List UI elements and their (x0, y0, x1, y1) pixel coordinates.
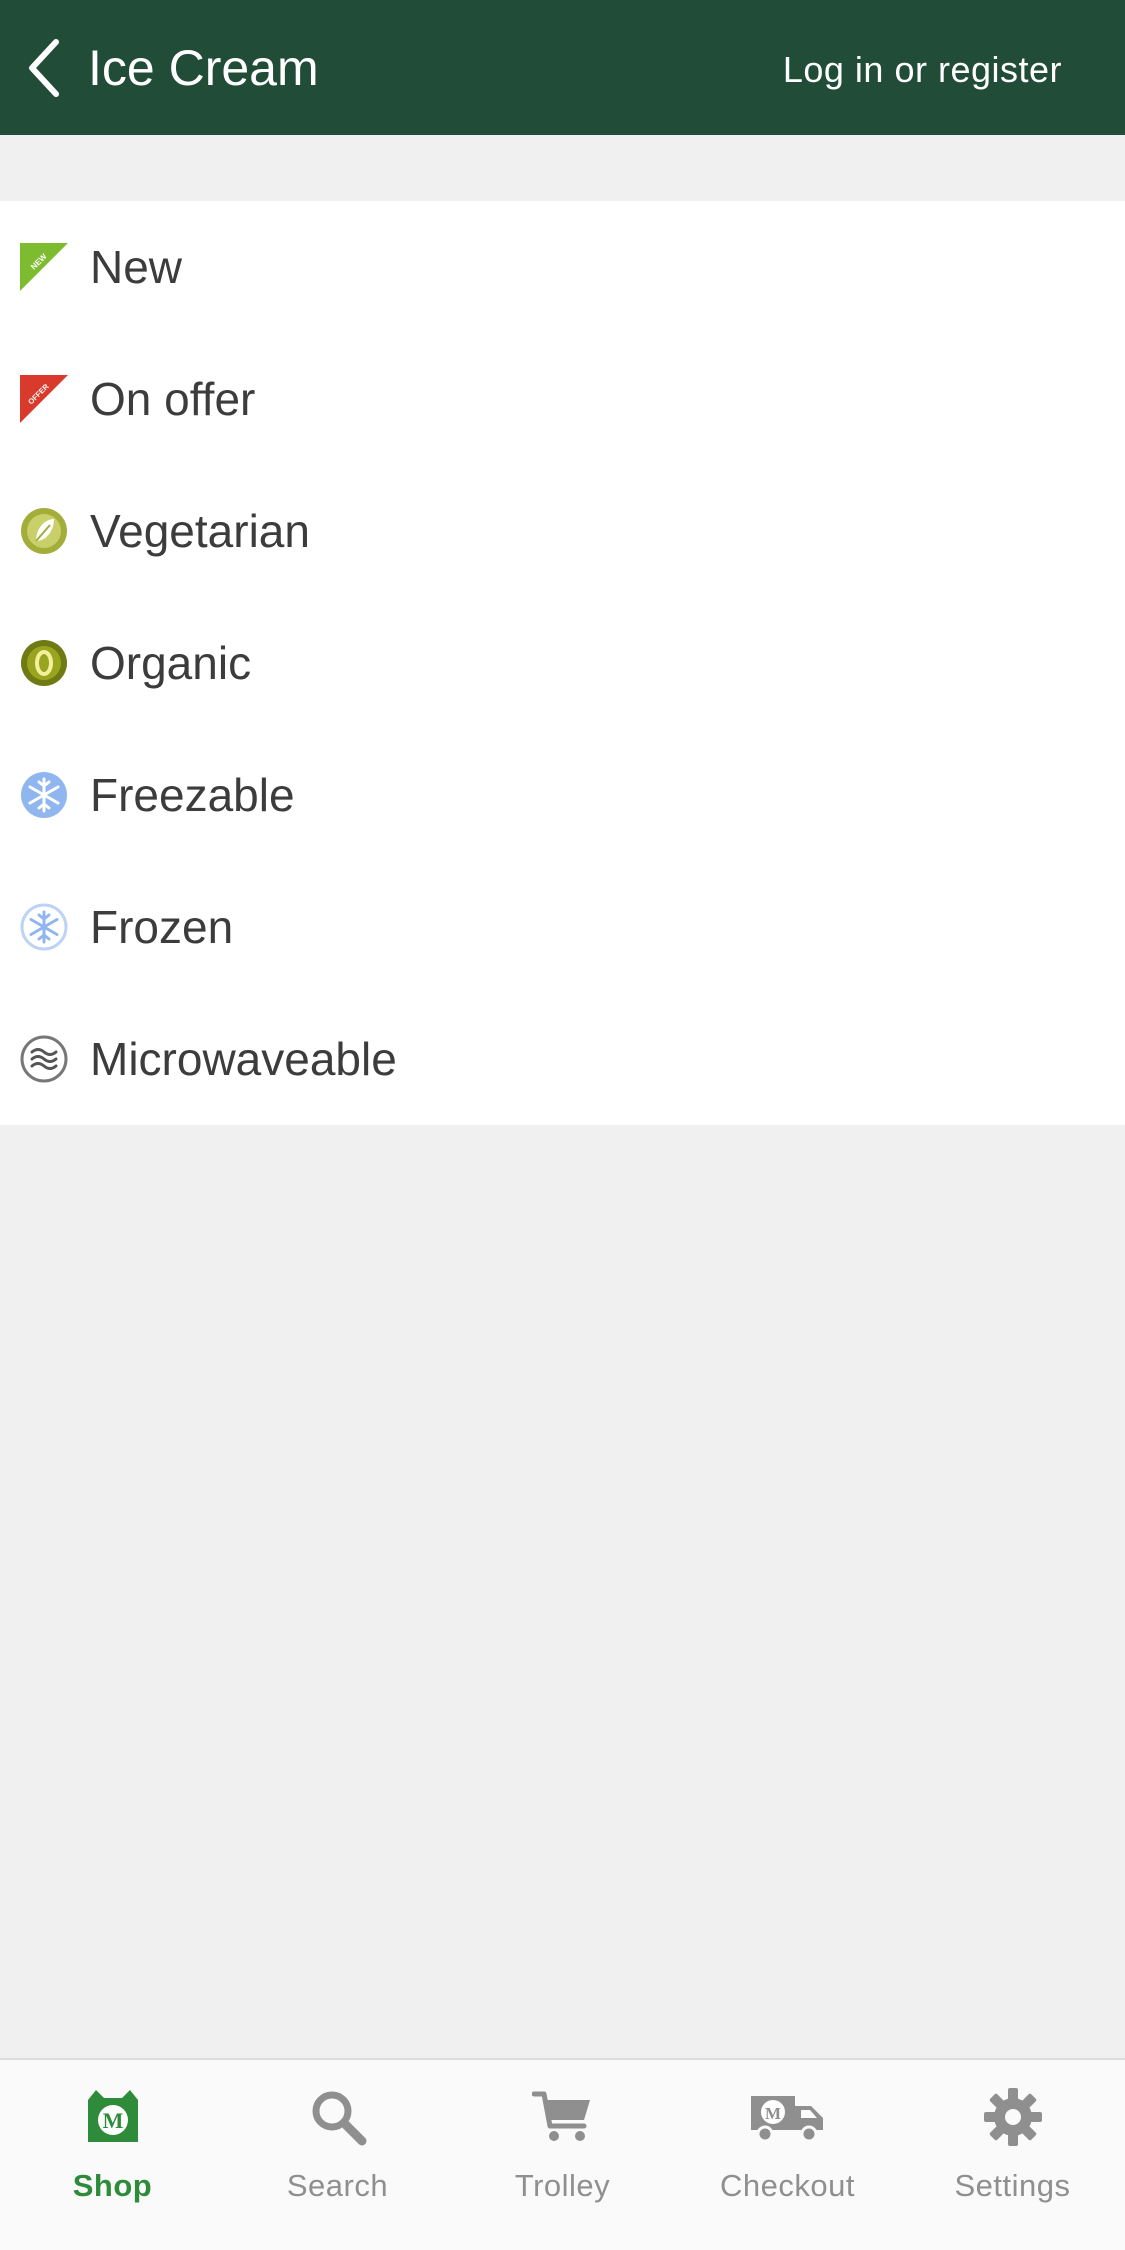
filter-label: Organic (90, 637, 252, 689)
bottom-tab-bar: M Shop Search Trolley M Checkout Setting… (0, 2058, 1125, 2250)
organic-icon (21, 640, 67, 686)
filter-label: New (90, 241, 183, 293)
filter-item-frozen[interactable]: Frozen (0, 861, 1125, 993)
section-spacer (0, 135, 1125, 201)
filter-item-organic[interactable]: Organic (0, 597, 1125, 729)
filter-item-vegetarian[interactable]: Vegetarian (0, 465, 1125, 597)
filter-item-on-offer[interactable]: OFFER On offer (0, 333, 1125, 465)
filter-list: NEW New OFFER On offer Vegetarian Organi… (0, 201, 1125, 1125)
page-title: Ice Cream (88, 40, 319, 96)
offer-badge-icon: OFFER (20, 375, 68, 423)
filter-label: Vegetarian (90, 505, 310, 557)
tab-shop[interactable]: M Shop (0, 2060, 225, 2250)
tab-settings[interactable]: Settings (900, 2060, 1125, 2250)
snowflake-outline-icon (20, 903, 68, 951)
microwave-waves-icon (20, 1035, 68, 1083)
filter-label: On offer (90, 373, 256, 425)
filter-label: Freezable (90, 769, 295, 821)
tab-trolley[interactable]: Trolley (450, 2060, 675, 2250)
shop-bag-icon: M (88, 2090, 138, 2142)
svg-text:M: M (103, 2108, 124, 2133)
tab-label: Trolley (514, 2168, 611, 2203)
filter-item-freezable[interactable]: Freezable (0, 729, 1125, 861)
snowflake-filled-icon (21, 772, 67, 818)
chevron-left-icon[interactable] (22, 36, 66, 100)
login-register-link[interactable]: Log in or register (783, 48, 1062, 92)
tab-label: Settings (954, 2168, 1071, 2203)
svg-text:M: M (765, 2104, 781, 2123)
filter-label: Microwaveable (90, 1033, 397, 1085)
tab-label: Search (286, 2168, 389, 2203)
tab-label: Checkout (720, 2168, 855, 2203)
leaf-icon (21, 508, 67, 554)
tab-label: Shop (72, 2168, 153, 2203)
tab-checkout[interactable]: M Checkout (675, 2060, 900, 2250)
filter-label: Frozen (90, 901, 234, 953)
delivery-van-icon: M (751, 2096, 823, 2143)
gear-icon (984, 2088, 1042, 2146)
trolley-icon (532, 2091, 590, 2141)
new-badge-icon: NEW (20, 243, 68, 291)
filter-item-new[interactable]: NEW New (0, 201, 1125, 333)
app-header: Ice Cream Log in or register (0, 0, 1125, 135)
search-icon (312, 2091, 367, 2146)
tab-search[interactable]: Search (225, 2060, 450, 2250)
filter-item-microwaveable[interactable]: Microwaveable (0, 993, 1125, 1125)
